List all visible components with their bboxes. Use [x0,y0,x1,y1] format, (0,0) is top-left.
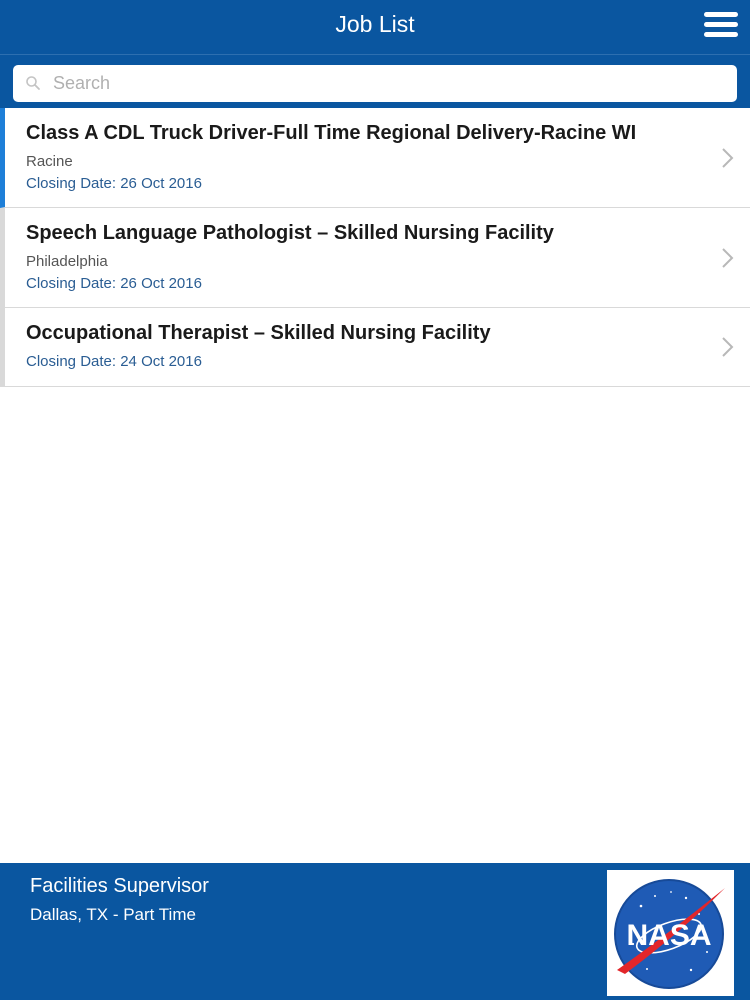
chevron-right-icon [722,148,734,168]
job-closing-date: Closing Date: 26 Oct 2016 [26,275,202,292]
hamburger-menu-icon[interactable] [704,10,738,40]
search-input[interactable] [53,65,723,102]
job-list-item[interactable]: Class A CDL Truck Driver-Full Time Regio… [0,108,750,208]
job-title: Speech Language Pathologist – Skilled Nu… [26,222,554,244]
footer-job-title: Facilities Supervisor [30,875,209,897]
chevron-right-icon [722,248,734,268]
header-bar: Job List [0,0,750,55]
job-list: Class A CDL Truck Driver-Full Time Regio… [0,108,750,387]
app-screen: Job List Class A CDL Truck Driver-Full T… [0,0,750,1000]
job-title: Class A CDL Truck Driver-Full Time Regio… [26,122,637,144]
footer-job-banner[interactable]: Facilities Supervisor Dallas, TX - Part … [0,863,750,1000]
job-location: Racine [26,153,73,170]
job-closing-date: Closing Date: 26 Oct 2016 [26,175,202,192]
chevron-right-icon [722,337,734,357]
footer-job-location: Dallas, TX - Part Time [30,905,196,924]
search-bar [0,55,750,108]
job-location: Philadelphia [26,253,108,270]
svg-text:NASA: NASA [626,919,711,952]
job-closing-date: Closing Date: 24 Oct 2016 [26,353,202,370]
search-box[interactable] [13,65,737,102]
job-title: Occupational Therapist – Skilled Nursing… [26,322,491,344]
menu-line [704,12,738,17]
menu-line [704,32,738,37]
menu-line [704,22,738,27]
search-icon [26,76,40,90]
page-title: Job List [335,11,415,37]
job-list-item[interactable]: Occupational Therapist – Skilled Nursing… [0,308,750,387]
nasa-logo-icon: NASA [614,879,725,989]
job-list-item[interactable]: Speech Language Pathologist – Skilled Nu… [0,208,750,308]
company-logo: NASA [607,870,734,996]
